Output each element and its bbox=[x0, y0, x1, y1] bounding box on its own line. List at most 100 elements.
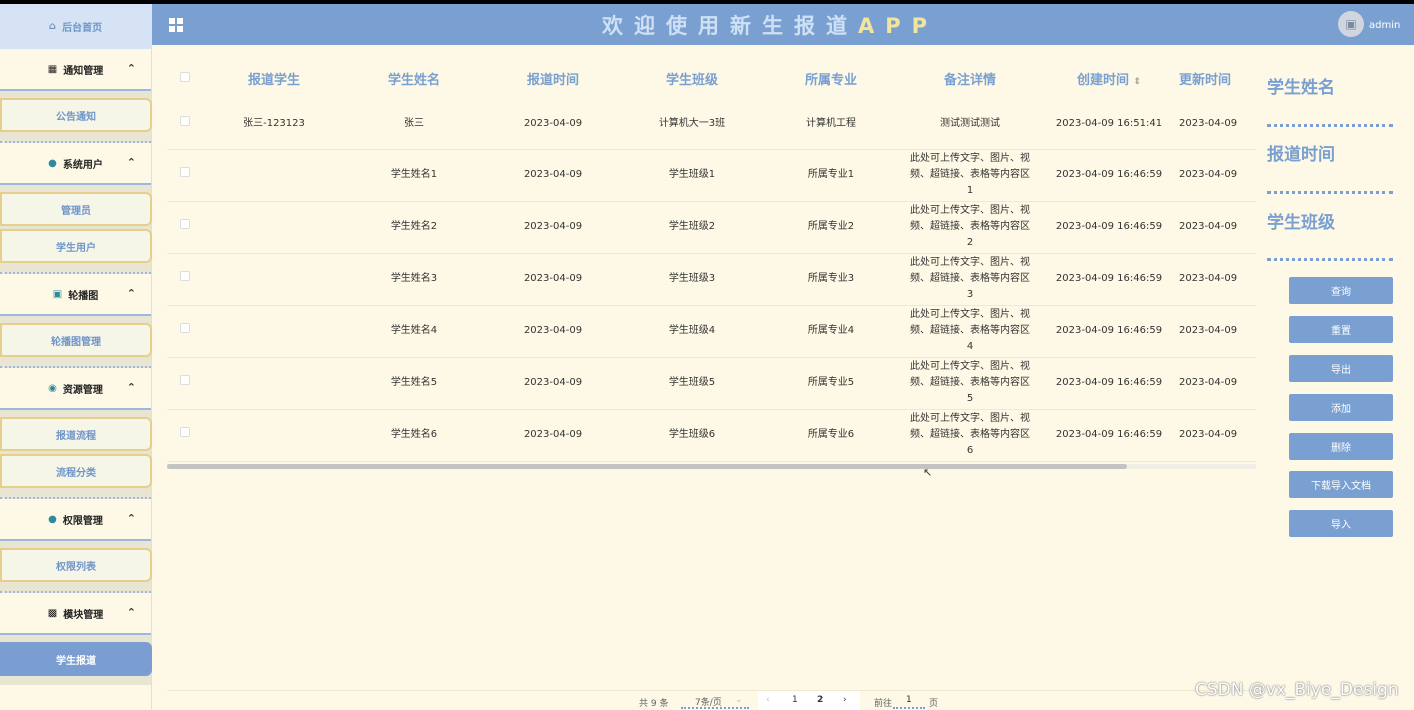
table-cell: 所属专业2 bbox=[761, 201, 901, 254]
select-all-checkbox[interactable] bbox=[180, 71, 190, 82]
table-row[interactable]: 学生姓名4 2023-04-09 学生班级4 所属专业4 此处可上传文字、图片、视频、超… bbox=[167, 305, 1256, 358]
page-size-select[interactable]: 7条/页 ⌄ bbox=[681, 692, 749, 709]
add-button[interactable]: 添加 bbox=[1289, 394, 1393, 421]
delete-button[interactable]: 删除 bbox=[1289, 433, 1393, 460]
top-header: 欢迎使用新生报道APP ▣ admin bbox=[152, 4, 1414, 45]
mouse-cursor-icon: ↖ bbox=[923, 466, 933, 479]
column-header: 报道学生 bbox=[247, 72, 300, 88]
query-button[interactable]: 查询 bbox=[1289, 277, 1393, 304]
avatar[interactable]: ▣ bbox=[1338, 11, 1364, 37]
sidebar-home-label: 后台首页 bbox=[62, 23, 103, 34]
table-cell: 学生班级2 bbox=[623, 201, 761, 254]
column-header: 学生姓名 bbox=[387, 72, 440, 88]
row-checkbox[interactable] bbox=[180, 271, 190, 281]
sidebar-item-report-process[interactable]: 报道流程 bbox=[0, 417, 152, 451]
table-cell: 2023-04-09 bbox=[483, 149, 623, 202]
table-cell: 学生班级5 bbox=[623, 357, 761, 410]
sidebar-group-resources[interactable]: ◉ 资源管理 ⌃ bbox=[0, 368, 151, 410]
row-checkbox[interactable] bbox=[180, 375, 190, 385]
sidebar-item-announcement[interactable]: 公告通知 bbox=[0, 98, 152, 132]
chevron-up-icon: ⌃ bbox=[126, 381, 136, 394]
table-cell: 2023-04-09 bbox=[483, 99, 623, 150]
table-cell: 2023-04-09 bbox=[483, 201, 623, 254]
sidebar-group-permissions[interactable]: ● 权限管理 ⌃ bbox=[0, 499, 151, 541]
table-cell: 所属专业3 bbox=[761, 253, 901, 306]
goto-label: 前往 bbox=[874, 699, 893, 709]
sidebar-item-student-users[interactable]: 学生用户 bbox=[0, 229, 152, 263]
table-row[interactable]: 学生姓名5 2023-04-09 学生班级5 所属专业5 此处可上传文字、图片、视频、超… bbox=[167, 357, 1256, 410]
chevron-up-icon: ⌃ bbox=[126, 62, 136, 75]
table-cell bbox=[203, 149, 345, 202]
sidebar-group-carousel[interactable]: ▣ 轮播图 ⌃ bbox=[0, 274, 151, 316]
sort-icon[interactable]: ⇕ bbox=[1134, 77, 1142, 87]
table-cell: 2023-04-09 16:46:59 bbox=[1039, 357, 1179, 410]
table-cell: 学生班级3 bbox=[623, 253, 761, 306]
table-cell: 张三-123123 bbox=[203, 99, 345, 150]
sidebar-group-label: 资源管理 bbox=[62, 384, 103, 396]
chevron-down-icon: ⌄ bbox=[735, 695, 743, 705]
table-cell: 2023-04-09 bbox=[1179, 357, 1256, 410]
table-cell: 学生班级6 bbox=[623, 409, 761, 462]
download-import-template-button[interactable]: 下载导入文档 bbox=[1289, 471, 1393, 498]
sidebar-home[interactable]: ⌂ 后台首页 bbox=[0, 4, 151, 49]
export-button[interactable]: 导出 bbox=[1289, 355, 1393, 382]
table-cell: 此处可上传文字、图片、视频、超链接、表格等内容区5 bbox=[901, 357, 1039, 410]
table-cell: 2023-04-09 16:46:59 bbox=[1039, 409, 1179, 462]
table-row[interactable]: 学生姓名6 2023-04-09 学生班级6 所属专业6 此处可上传文字、图片、视频、超… bbox=[167, 409, 1256, 462]
goto-page-input[interactable]: 1 bbox=[893, 692, 925, 709]
scrollbar-thumb[interactable] bbox=[167, 464, 1127, 469]
sidebar-submenu: 管理员 学生用户 bbox=[0, 185, 152, 274]
sidebar-group-system-users[interactable]: ● 系统用户 ⌃ bbox=[0, 143, 151, 185]
table-row[interactable]: 学生姓名1 2023-04-09 学生班级1 所属专业1 此处可上传文字、图片、视频、超… bbox=[167, 149, 1256, 202]
image-icon: ▣ bbox=[52, 288, 63, 300]
reset-button[interactable]: 重置 bbox=[1289, 316, 1393, 343]
table-header-row: 报道学生 学生姓名 报道时间 学生班级 所属专业 备注详情 创建时间 ⇕ 更新时… bbox=[167, 57, 1256, 99]
table-row[interactable]: 学生姓名3 2023-04-09 学生班级3 所属专业3 此处可上传文字、图片、视频、超… bbox=[167, 253, 1256, 306]
column-header-sortable[interactable]: 创建时间 ⇕ bbox=[1039, 57, 1179, 99]
prev-page-icon[interactable]: ‹ bbox=[766, 695, 770, 705]
chevron-up-icon: ⌃ bbox=[126, 156, 136, 169]
row-checkbox[interactable] bbox=[180, 427, 190, 437]
sidebar-group-label: 模块管理 bbox=[63, 609, 104, 621]
search-input-student-class[interactable] bbox=[1267, 258, 1393, 261]
column-header: 报道时间 bbox=[526, 72, 579, 88]
sidebar-group-label: 权限管理 bbox=[62, 515, 103, 527]
sidebar-group-modules[interactable]: ▩ 模块管理 ⌃ bbox=[0, 593, 151, 635]
table-cell: 2023-04-09 bbox=[1179, 99, 1256, 150]
page-number-current[interactable]: 2 bbox=[817, 695, 823, 705]
sidebar-item-permission-list[interactable]: 权限列表 bbox=[0, 548, 152, 582]
sidebar-submenu: 公告通知 bbox=[0, 91, 152, 143]
horizontal-scrollbar[interactable] bbox=[167, 464, 1256, 469]
table-cell: 计算机大一3班 bbox=[623, 99, 761, 150]
username[interactable]: admin bbox=[1369, 20, 1400, 31]
sidebar-item-admin[interactable]: 管理员 bbox=[0, 192, 152, 226]
sidebar-group-label: 轮播图 bbox=[68, 290, 99, 302]
page-number[interactable]: 1 bbox=[792, 695, 798, 705]
table-cell: 2023-04-09 16:51:41 bbox=[1039, 99, 1179, 150]
table-cell: 2023-04-09 bbox=[1179, 253, 1256, 306]
next-page-icon[interactable]: › bbox=[843, 695, 847, 705]
table-cell: 2023-04-09 bbox=[483, 253, 623, 306]
table-cell: 此处可上传文字、图片、视频、超链接、表格等内容区1 bbox=[901, 149, 1039, 202]
row-checkbox[interactable] bbox=[180, 219, 190, 229]
table-row[interactable]: 学生姓名2 2023-04-09 学生班级2 所属专业2 此处可上传文字、图片、视频、超… bbox=[167, 201, 1256, 254]
search-input-report-time[interactable] bbox=[1267, 191, 1393, 194]
menu-grid-icon[interactable] bbox=[169, 18, 183, 32]
sidebar-item-carousel-manage[interactable]: 轮播图管理 bbox=[0, 323, 152, 357]
page-title: 欢迎使用新生报道APP bbox=[602, 14, 939, 38]
row-checkbox[interactable] bbox=[180, 323, 190, 333]
table-cell: 测试测试测试 bbox=[901, 99, 1039, 150]
row-checkbox[interactable] bbox=[180, 115, 190, 126]
sidebar-item-process-category[interactable]: 流程分类 bbox=[0, 454, 152, 488]
sidebar-item-student-report[interactable]: 学生报道 bbox=[0, 642, 152, 676]
table-cell: 此处可上传文字、图片、视频、超链接、表格等内容区2 bbox=[901, 201, 1039, 254]
chevron-up-icon: ⌃ bbox=[126, 512, 136, 525]
sidebar-group-notice[interactable]: ▦ 通知管理 ⌃ bbox=[0, 49, 151, 91]
table-row[interactable]: 张三-123123 张三 2023-04-09 计算机大一3班 计算机工程 测试测试测试 2… bbox=[167, 99, 1256, 150]
column-header: 所属专业 bbox=[804, 72, 857, 88]
search-input-student-name[interactable] bbox=[1267, 124, 1393, 127]
table-cell: 2023-04-09 bbox=[1179, 201, 1256, 254]
row-checkbox[interactable] bbox=[180, 167, 190, 177]
import-button[interactable]: 导入 bbox=[1289, 510, 1393, 537]
user-icon: ● bbox=[48, 157, 57, 169]
